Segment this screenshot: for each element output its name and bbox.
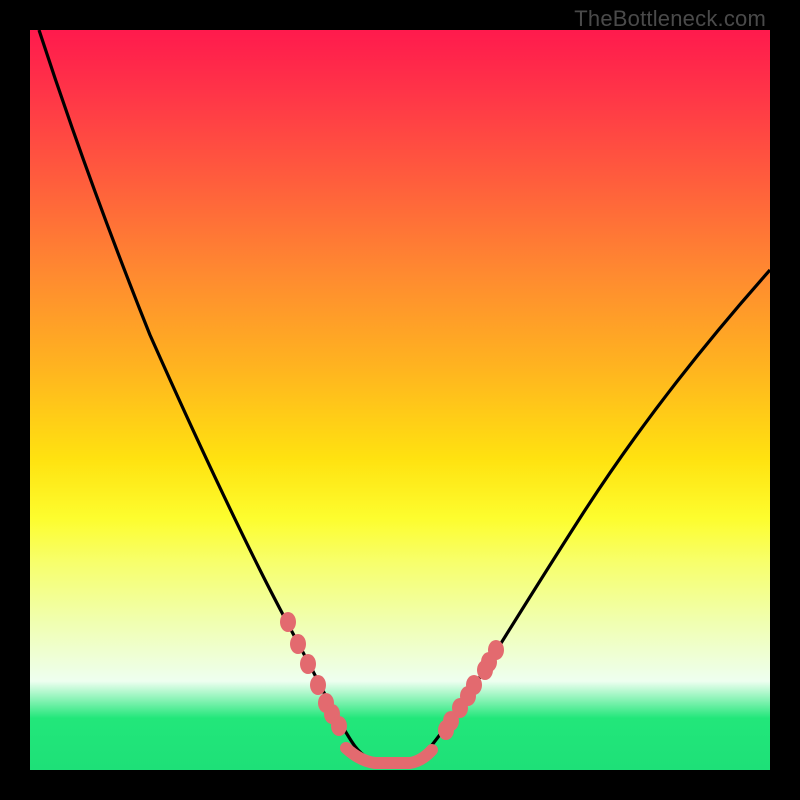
watermark-text: TheBottleneck.com <box>574 6 766 32</box>
bottleneck-curve <box>30 30 770 770</box>
plot-area <box>30 30 770 770</box>
right-dot-cluster <box>438 640 504 740</box>
chart-frame: TheBottleneck.com <box>0 0 800 800</box>
curve-path <box>39 30 770 765</box>
